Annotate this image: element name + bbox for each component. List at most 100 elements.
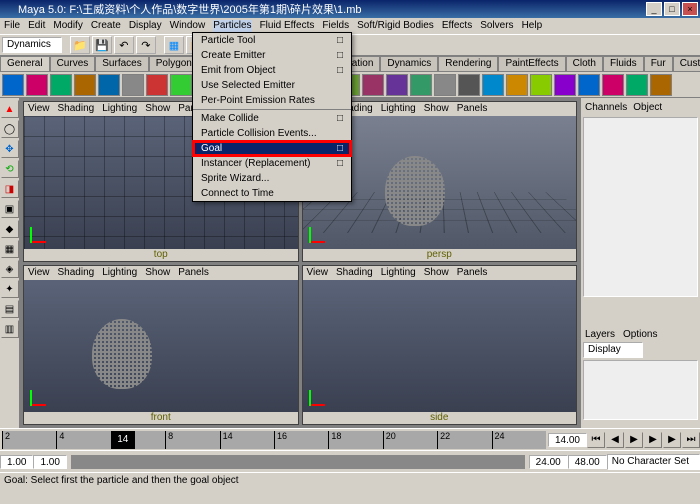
menu-window[interactable]: Window [170, 20, 206, 32]
menu-item-instancer--replacement-[interactable]: Instancer (Replacement)□ [193, 156, 351, 171]
shelf-item[interactable] [98, 74, 120, 96]
current-frame-field[interactable]: 14.00 [548, 433, 587, 447]
tab-object[interactable]: Object [633, 102, 662, 113]
shelf-item[interactable] [434, 74, 456, 96]
vp-menu-shading[interactable]: Shading [58, 103, 95, 115]
shelf-item[interactable] [50, 74, 72, 96]
tab-channels[interactable]: Channels [585, 102, 627, 113]
viewport-canvas[interactable] [24, 280, 298, 413]
menu-item-use-selected-emitter[interactable]: Use Selected Emitter [193, 78, 351, 93]
toolbar-button[interactable]: 📁 [70, 36, 90, 54]
tool[interactable]: ◆ [1, 220, 19, 238]
goto-start-button[interactable]: ⏮ [587, 432, 605, 448]
show-manip-tool[interactable]: ▣ [1, 200, 19, 218]
shelf-tab-fluids[interactable]: Fluids [603, 56, 644, 71]
tool[interactable]: ▦ [1, 240, 19, 258]
close-button[interactable]: × [682, 2, 698, 16]
menu-effects[interactable]: Effects [442, 20, 472, 32]
menu-item-sprite-wizard---[interactable]: Sprite Wizard... [193, 171, 351, 186]
vp-menu-show[interactable]: Show [145, 103, 170, 115]
menu-edit[interactable]: Edit [28, 20, 45, 32]
menu-item-goal[interactable]: Goal□ [193, 141, 351, 156]
character-set-select[interactable]: No Character Set [607, 454, 700, 470]
menu-help[interactable]: Help [522, 20, 543, 32]
tool[interactable]: ▤ [1, 300, 19, 318]
vp-menu-shading[interactable]: Shading [58, 267, 95, 279]
shelf-item[interactable] [74, 74, 96, 96]
menu-modify[interactable]: Modify [53, 20, 82, 32]
vp-menu-show[interactable]: Show [424, 103, 449, 115]
range-start-field[interactable]: 1.00 [33, 455, 66, 469]
shelf-item[interactable] [362, 74, 384, 96]
vp-menu-show[interactable]: Show [145, 267, 170, 279]
toolbar-button[interactable]: 💾 [92, 36, 112, 54]
tool[interactable]: ◈ [1, 260, 19, 278]
vp-menu-lighting[interactable]: Lighting [381, 267, 416, 279]
vp-menu-view[interactable]: View [28, 267, 50, 279]
shelf-item[interactable] [530, 74, 552, 96]
viewport-side[interactable]: ViewShadingLightingShowPanels side [302, 265, 578, 426]
toolbar-button[interactable]: ↶ [114, 36, 134, 54]
goto-end-button[interactable]: ⏭ [682, 432, 700, 448]
vp-menu-panels[interactable]: Panels [457, 103, 488, 115]
menu-item-connect-to-time[interactable]: Connect to Time [193, 186, 351, 201]
vp-menu-show[interactable]: Show [424, 267, 449, 279]
vp-menu-lighting[interactable]: Lighting [381, 103, 416, 115]
shelf-item[interactable] [554, 74, 576, 96]
step-forward-button[interactable]: ▶ [663, 432, 681, 448]
move-tool[interactable]: ✥ [1, 140, 19, 158]
shelf-item[interactable] [122, 74, 144, 96]
rotate-tool[interactable]: ⟲ [1, 160, 19, 178]
menu-item-make-collide[interactable]: Make Collide□ [193, 111, 351, 126]
minimize-button[interactable]: _ [646, 2, 662, 16]
shelf-item[interactable] [386, 74, 408, 96]
shelf-item[interactable] [506, 74, 528, 96]
time-slider[interactable]: 14 2468141618202224 [2, 431, 546, 449]
menu-particles[interactable]: Particles [213, 20, 251, 32]
option-box-icon[interactable]: □ [337, 50, 343, 61]
vp-menu-lighting[interactable]: Lighting [102, 267, 137, 279]
shelf-item[interactable] [626, 74, 648, 96]
shelf-tab-painteffects[interactable]: PaintEffects [498, 56, 565, 71]
menu-fields[interactable]: Fields [322, 20, 349, 32]
vp-menu-lighting[interactable]: Lighting [102, 103, 137, 115]
menu-item-particle-collision-events---[interactable]: Particle Collision Events... [193, 126, 351, 141]
layers-options[interactable]: Options [623, 329, 657, 340]
layer-list[interactable] [583, 360, 698, 420]
shelf-item[interactable] [578, 74, 600, 96]
anim-end-field[interactable]: 48.00 [568, 455, 607, 469]
vp-menu-shading[interactable]: Shading [336, 267, 373, 279]
tool[interactable]: ✦ [1, 280, 19, 298]
menu-fluideffects[interactable]: Fluid Effects [260, 20, 315, 32]
range-slider[interactable] [71, 455, 525, 469]
option-box-icon[interactable]: □ [337, 143, 343, 154]
anim-start-field[interactable]: 1.00 [0, 455, 33, 469]
menu-softrigidbodies[interactable]: Soft/Rigid Bodies [357, 20, 434, 32]
layer-display-select[interactable]: Display [583, 342, 643, 358]
tool[interactable]: ▥ [1, 320, 19, 338]
menu-file[interactable]: File [4, 20, 20, 32]
vp-menu-panels[interactable]: Panels [178, 267, 209, 279]
menu-item-emit-from-object[interactable]: Emit from Object□ [193, 63, 351, 78]
shelf-tab-custom[interactable]: Custom [673, 56, 700, 71]
menu-display[interactable]: Display [129, 20, 162, 32]
option-box-icon[interactable]: □ [337, 35, 343, 46]
option-box-icon[interactable]: □ [337, 158, 343, 169]
range-end-field[interactable]: 24.00 [529, 455, 568, 469]
shelf-item[interactable] [410, 74, 432, 96]
viewport-canvas[interactable] [303, 280, 577, 413]
shelf-tab-curves[interactable]: Curves [50, 56, 96, 71]
shelf-tab-rendering[interactable]: Rendering [438, 56, 498, 71]
shelf-item[interactable] [26, 74, 48, 96]
lasso-tool[interactable]: ◯ [1, 120, 19, 138]
maximize-button[interactable]: □ [664, 2, 680, 16]
play-forward-button[interactable]: ▶ [644, 432, 662, 448]
option-box-icon[interactable]: □ [337, 113, 343, 124]
shelf-tab-fur[interactable]: Fur [644, 56, 673, 71]
menu-create[interactable]: Create [91, 20, 121, 32]
shelf-item[interactable] [650, 74, 672, 96]
shelf-item[interactable] [170, 74, 192, 96]
toolbar-button[interactable]: ↷ [136, 36, 156, 54]
menu-item-particle-tool[interactable]: Particle Tool□ [193, 33, 351, 48]
vp-menu-view[interactable]: View [307, 267, 329, 279]
